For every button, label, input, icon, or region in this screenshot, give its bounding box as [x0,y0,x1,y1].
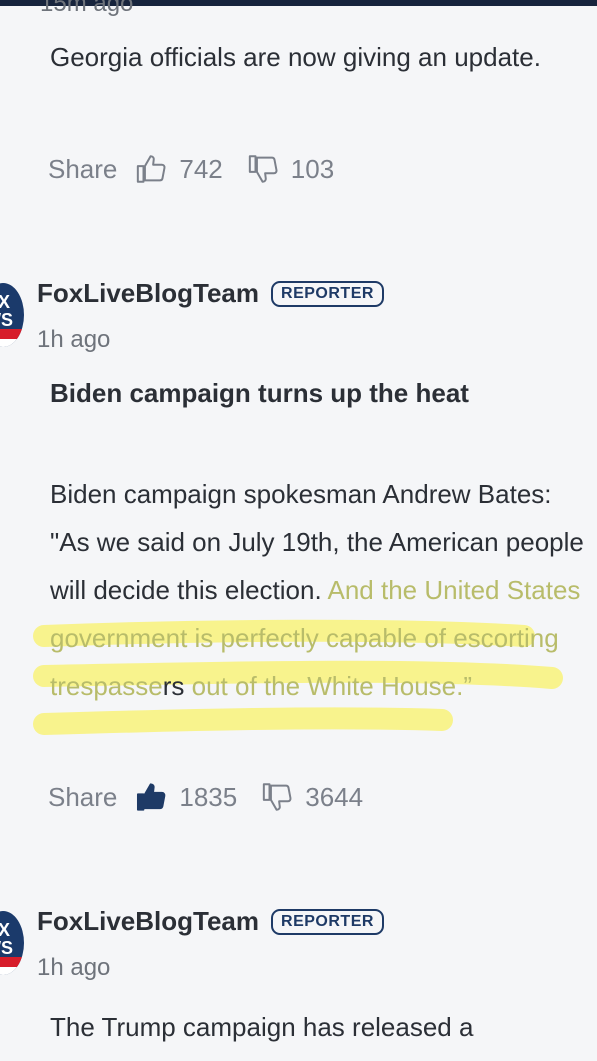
fox-news-logo: OXWS [0,911,24,975]
thumbs-up-icon[interactable] [135,152,169,186]
post-text: The Trump campaign has released a [50,1012,474,1042]
author-name[interactable]: FoxLiveBlogTeam [37,278,259,309]
post-time: 15m ago [40,0,134,17]
like-count: 1835 [179,781,238,812]
thumbs-up-icon[interactable] [135,780,169,814]
post-text: Georgia officials are now giving an upda… [50,42,541,72]
thumbs-down-icon[interactable] [247,152,281,186]
share-button[interactable]: Share [48,782,117,813]
author-name[interactable]: FoxLiveBlogTeam [37,906,259,937]
post-time: 1h ago [37,326,111,353]
post-text: Biden campaign spokesman Andrew Bates: "… [50,479,584,701]
post-actions: Share 1835 3644 [48,780,387,814]
like-count: 742 [179,153,223,184]
dislike-count: 3644 [305,781,364,812]
live-blog-feed: { "post1": { "time_partial": "15m ago", … [0,0,597,1061]
dislike-count: 103 [290,153,335,184]
fox-news-logo: OXWS [0,283,24,347]
reporter-badge: REPORTER [271,280,384,307]
author-row: FoxLiveBlogTeam REPORTER [37,278,384,309]
share-button[interactable]: Share [48,154,117,185]
post-headline: Biden campaign turns up the heat [50,378,469,408]
author-row: FoxLiveBlogTeam REPORTER [37,906,384,937]
highlighted-text: out of the White House.” [184,671,472,701]
post-actions: Share 742 103 [48,152,358,186]
post-time: 1h ago [37,954,111,981]
thumbs-down-icon[interactable] [261,780,295,814]
reporter-badge: REPORTER [271,908,384,935]
